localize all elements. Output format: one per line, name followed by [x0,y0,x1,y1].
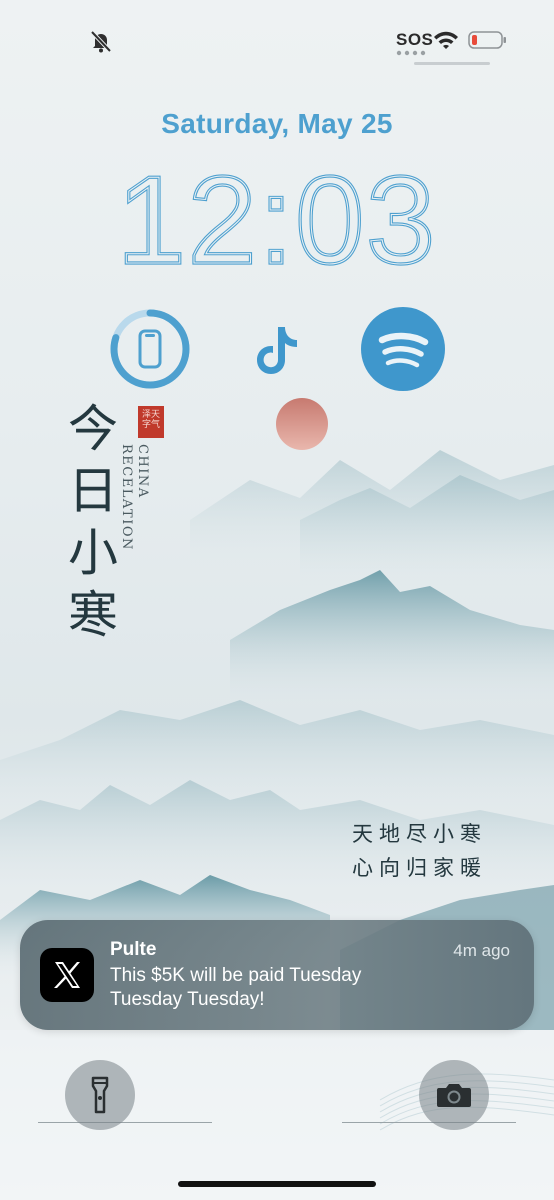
home-indicator[interactable] [178,1181,376,1187]
wallpaper-vertical-title: 今 日 小 寒 [68,400,118,644]
battery-low-icon [468,31,506,49]
notification-app-name: Pulte [110,939,157,960]
lock-time-inner: 12:03 [117,160,437,278]
spotify-widget[interactable] [361,307,445,391]
status-bar: SOS [0,0,554,70]
wallpaper-english-label: CHINA RECELATION [119,444,150,551]
red-seal-stamp: 泽天 字气 [138,406,164,438]
lock-clock: 12:03 12:03 [115,160,437,278]
bell-slash-icon [90,30,112,53]
red-sun [276,398,328,450]
tiktok-icon [257,327,297,374]
signal-dots-icon [396,50,426,56]
progress-ring [110,309,190,389]
phone-battery-widget[interactable] [108,307,192,391]
phone-icon [138,329,162,369]
camera-icon [437,1084,471,1107]
poem-line-1: 天地尽小寒 [352,822,487,846]
wifi-icon [434,31,458,49]
flashlight-icon [91,1076,109,1114]
notification-time: 4m ago [453,941,510,960]
notification-message: This $5K will be paid Tuesday Tuesday Tu… [110,965,362,1010]
tiktok-widget[interactable] [235,307,319,391]
lock-date: Saturday, May 25 [161,108,393,139]
camera-button[interactable] [419,1060,489,1130]
sos-indicator: SOS [396,30,434,49]
status-underline [414,62,490,65]
x-logo-icon [40,948,94,1002]
spotify-icon [378,332,429,368]
notification-card[interactable]: Pulte 4m ago This $5K will be paid Tuesd… [20,920,534,1030]
poem-line-2: 心向归家暖 [352,856,487,880]
flashlight-button[interactable] [65,1060,135,1130]
